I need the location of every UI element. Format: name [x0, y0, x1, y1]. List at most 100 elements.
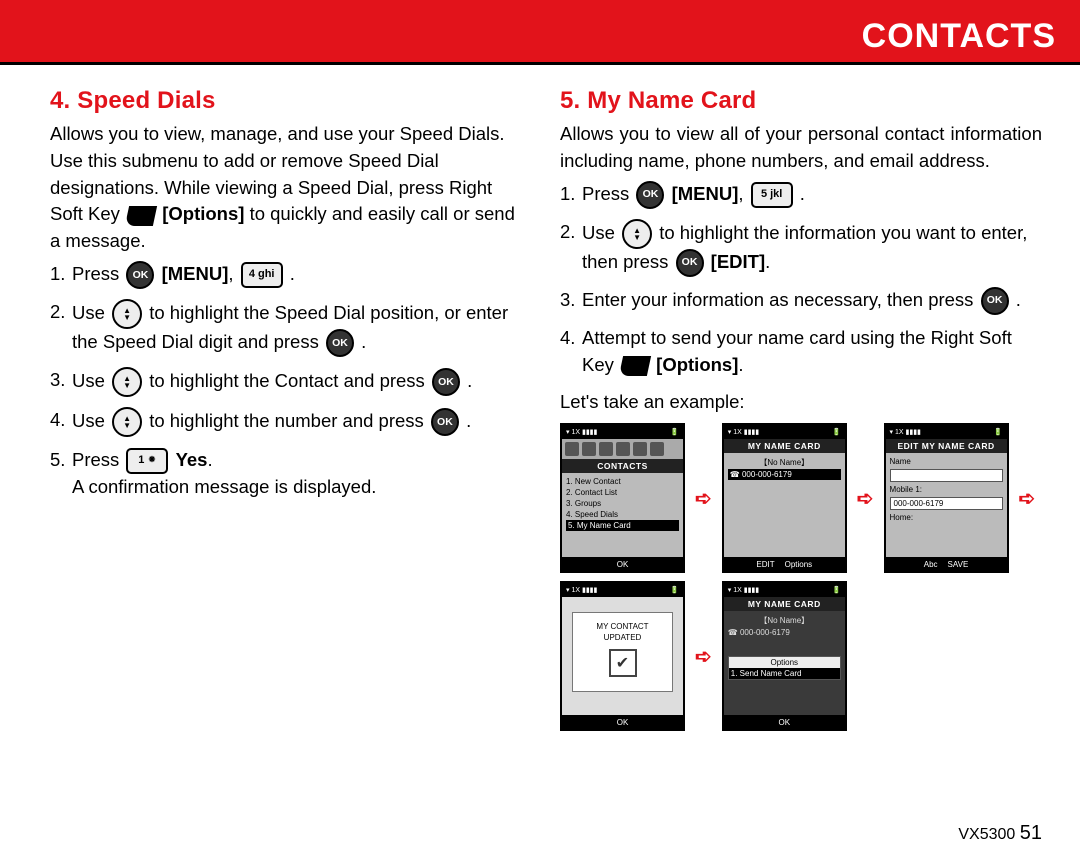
step-text: Press [582, 183, 634, 204]
step-3: Enter your information as necessary, the… [560, 287, 1042, 315]
yes-label: Yes [176, 449, 208, 470]
list-item: 2. Contact List [566, 487, 679, 498]
ok-icon: OK [126, 261, 154, 289]
left-column: 4. Speed Dials Allows you to view, manag… [50, 87, 548, 739]
list-item-highlighted: ☎ 000-000-6179 [728, 469, 841, 480]
arrow-right-icon: ➪ [695, 486, 712, 511]
ok-icon: OK [981, 287, 1009, 315]
step-text: . [361, 331, 366, 352]
nav-up-down-icon [112, 299, 142, 329]
model-number: VX5300 [958, 826, 1015, 843]
step-text: . [1016, 289, 1021, 310]
name-card-intro: Allows you to view all of your personal … [560, 121, 1042, 175]
softkey-bar: OK [562, 557, 683, 571]
speed-dials-steps: Press OK [MENU], 4 ghi . Use to highligh… [50, 261, 526, 501]
status-bar: ▾ 1X ▮▮▮▮🔋 [886, 425, 1007, 439]
screen-contacts-menu: ▾ 1X ▮▮▮▮🔋 CONTACTS 1. New Contact 2. Co… [560, 423, 685, 573]
step-text: Enter your information as necessary, the… [582, 289, 979, 310]
screen-edit-name-card: ▾ 1X ▮▮▮▮🔋 EDIT MY NAME CARD Name Mobile… [884, 423, 1009, 573]
options-popup: Options 1. Send Name Card [728, 656, 841, 680]
ok-icon: OK [676, 249, 704, 277]
step-text: Press [72, 449, 124, 470]
field-input: 000-000-6179 [890, 497, 1003, 510]
screen-title: CONTACTS [562, 459, 683, 473]
step-text: . [738, 354, 743, 375]
screen-title: MY NAME CARD [724, 597, 845, 611]
tab-icons [562, 439, 683, 459]
key-1-icon: 1 ⁕ [126, 448, 168, 474]
right-soft-key-icon [125, 206, 157, 226]
step-3: Use to highlight the Contact and press O… [50, 367, 526, 397]
header-title: CONTACTS [862, 17, 1056, 56]
step-text: , [738, 183, 748, 204]
field-input [890, 469, 1003, 482]
list-item: 【No Name】 [728, 614, 841, 627]
list-item: 3. Groups [566, 498, 679, 509]
step-text: Press [72, 263, 124, 284]
key-5-icon: 5 jkl [751, 182, 793, 208]
screen-body: Name Mobile 1: 000-000-6179 Home: [886, 453, 1007, 557]
list-item-highlighted: 5. My Name Card [566, 520, 679, 531]
step-text: to highlight the Contact and press [149, 370, 430, 391]
status-bar: ▾ 1X ▮▮▮▮🔋 [562, 583, 683, 597]
screen-send-name-card: ▾ 1X ▮▮▮▮🔋 MY NAME CARD 【No Name】 ☎ 000-… [722, 581, 847, 731]
speed-dials-intro: Allows you to view, manage, and use your… [50, 121, 526, 255]
step-4: Use to highlight the number and press OK… [50, 407, 526, 437]
step-1: Press OK [MENU], 5 jkl . [560, 181, 1042, 209]
name-card-heading: 5. My Name Card [560, 87, 1042, 115]
nav-up-down-icon [112, 367, 142, 397]
screen-body: MY CONTACT UPDATED ✔ [562, 597, 683, 715]
popup-title: Options [729, 657, 840, 668]
step-text: to highlight the number and press [149, 410, 429, 431]
screen-title: MY NAME CARD [724, 439, 845, 453]
right-soft-key-icon [619, 356, 651, 376]
header-band: CONTACTS [0, 0, 1080, 62]
dialog-text: MY CONTACT [575, 621, 670, 632]
step-1: Press OK [MENU], 4 ghi . [50, 261, 526, 289]
ok-icon: OK [636, 181, 664, 209]
nav-up-down-icon [622, 219, 652, 249]
step-text: . [466, 410, 471, 431]
ok-icon: OK [431, 408, 459, 436]
status-bar: ▾ 1X ▮▮▮▮🔋 [724, 425, 845, 439]
screen-body: 【No Name】 ☎ 000-000-6179 Options 1. Send… [724, 611, 845, 715]
step-text: , [228, 263, 238, 284]
screen-body: 【No Name】 ☎ 000-000-6179 [724, 453, 845, 557]
step-text: Use [582, 222, 620, 243]
key-4-icon: 4 ghi [241, 262, 283, 288]
page-footer: VX5300 51 [958, 822, 1042, 845]
status-bar: ▾ 1X ▮▮▮▮🔋 [724, 583, 845, 597]
page-number: 51 [1020, 822, 1042, 844]
step-text: Use [72, 302, 110, 323]
menu-label: [MENU] [162, 263, 229, 284]
dialog: MY CONTACT UPDATED ✔ [572, 612, 673, 692]
field-label: Name [890, 456, 1003, 467]
field-label: Home: [890, 512, 1003, 523]
step-text: . [207, 449, 212, 470]
ok-icon: OK [432, 368, 460, 396]
step-text: . [765, 251, 770, 272]
arrow-right-icon: ➪ [857, 486, 874, 511]
field-label: Mobile 1: [890, 484, 1003, 495]
screen-row-1: ▾ 1X ▮▮▮▮🔋 CONTACTS 1. New Contact 2. Co… [560, 423, 1042, 573]
screen-title: EDIT MY NAME CARD [886, 439, 1007, 453]
step-2: Use to highlight the Speed Dial position… [50, 299, 526, 357]
confirm-text: A confirmation message is displayed. [72, 476, 376, 497]
options-label: [Options] [162, 203, 244, 224]
check-icon: ✔ [609, 649, 637, 677]
screen-my-name-card: ▾ 1X ▮▮▮▮🔋 MY NAME CARD 【No Name】 ☎ 000-… [722, 423, 847, 573]
step-text: . [467, 370, 472, 391]
list-item: ☎ 000-000-6179 [728, 627, 841, 638]
dialog-text: UPDATED [575, 632, 670, 643]
step-text: Use [72, 370, 110, 391]
options-label: [Options] [656, 354, 738, 375]
name-card-steps: Press OK [MENU], 5 jkl . Use to highligh… [560, 181, 1042, 379]
nav-up-down-icon [112, 407, 142, 437]
list-item-highlighted: 1. Send Name Card [729, 668, 840, 679]
example-screens: ▾ 1X ▮▮▮▮🔋 CONTACTS 1. New Contact 2. Co… [560, 423, 1042, 731]
step-text: Use [72, 410, 110, 431]
speed-dials-heading: 4. Speed Dials [50, 87, 526, 115]
arrow-right-icon: ➪ [695, 644, 712, 669]
list-item: 1. New Contact [566, 476, 679, 487]
softkey-bar: OK [562, 715, 683, 729]
